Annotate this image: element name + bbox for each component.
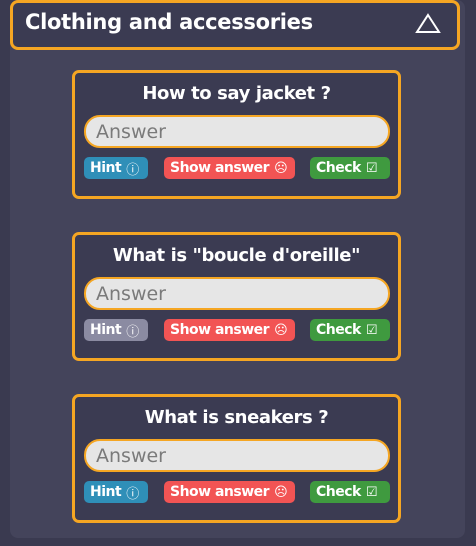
check-label: Check [316, 322, 361, 338]
hint-label: Hint [90, 322, 122, 338]
hint-label: Hint [90, 160, 122, 176]
show-answer-label: Show answer [170, 322, 270, 338]
question-circle-icon: ⓘ [126, 486, 139, 502]
triangle-up-icon[interactable] [415, 13, 441, 35]
show-answer-button[interactable]: Show answer ☹ [164, 481, 295, 503]
hint-button[interactable]: Hint ⓘ [84, 481, 148, 503]
hint-button[interactable]: Hint ⓘ [84, 319, 148, 341]
sad-face-icon: ☹ [274, 484, 288, 500]
show-answer-button[interactable]: Show answer ☹ [164, 157, 295, 179]
checkbox-check-icon: ☑ [365, 484, 378, 500]
check-label: Check [316, 484, 361, 500]
question-card: What is "boucle d'oreille" Hint ⓘ Show a… [72, 232, 401, 361]
hint-label: Hint [90, 484, 122, 500]
answer-input[interactable] [84, 439, 390, 472]
question-text: How to say jacket ? [142, 83, 331, 104]
question-card: How to say jacket ? Hint ⓘ Show answer ☹… [72, 70, 401, 199]
check-label: Check [316, 160, 361, 176]
check-button[interactable]: Check ☑ [310, 157, 390, 179]
section-title: Clothing and accessories [25, 10, 313, 34]
question-circle-icon: ⓘ [126, 324, 139, 340]
question-circle-icon: ⓘ [126, 162, 139, 178]
checkbox-check-icon: ☑ [365, 160, 378, 176]
show-answer-label: Show answer [170, 160, 270, 176]
section-header[interactable]: Clothing and accessories [10, 0, 460, 50]
checkbox-check-icon: ☑ [365, 322, 378, 338]
question-text: What is sneakers ? [144, 407, 329, 428]
check-button[interactable]: Check ☑ [310, 319, 390, 341]
question-card: What is sneakers ? Hint ⓘ Show answer ☹ … [72, 394, 401, 523]
sad-face-icon: ☹ [274, 160, 288, 176]
show-answer-label: Show answer [170, 484, 270, 500]
answer-input[interactable] [84, 115, 390, 148]
show-answer-button[interactable]: Show answer ☹ [164, 319, 295, 341]
sad-face-icon: ☹ [274, 322, 288, 338]
question-text: What is "boucle d'oreille" [112, 245, 361, 266]
check-button[interactable]: Check ☑ [310, 481, 390, 503]
answer-input[interactable] [84, 277, 390, 310]
hint-button[interactable]: Hint ⓘ [84, 157, 148, 179]
